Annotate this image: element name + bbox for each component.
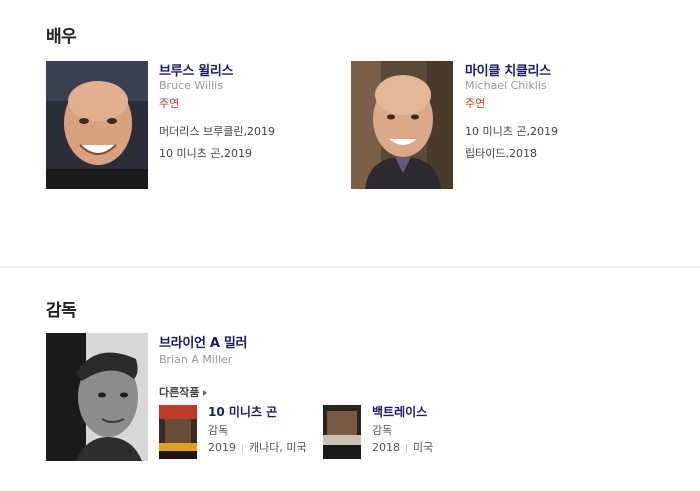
movie-role: 감독 (372, 424, 393, 437)
movie-poster[interactable] (159, 405, 197, 459)
actor-work[interactable]: 10 미니츠 곤,2019 (465, 123, 558, 139)
director-name-en: Brian A Miller (159, 353, 233, 366)
movie-meta: 2019 캐나다, 미국 (208, 441, 308, 454)
movie-country: 캐나다, 미국 (249, 441, 307, 454)
actor-work[interactable]: 10 미니츠 곤,2019 (159, 145, 252, 161)
director-name-ko[interactable]: 브라이언 A 밀러 (159, 332, 247, 351)
director-section-title: 감독 (46, 301, 77, 321)
movie-year: 2018 (372, 441, 400, 454)
actor-work[interactable]: 머더리스 브루클린,2019 (159, 123, 275, 139)
actor-work[interactable]: 립타이드,2018 (465, 145, 537, 161)
movie-poster[interactable] (323, 405, 361, 459)
actor-photo[interactable] (46, 61, 148, 189)
actors-section-title: 배우 (46, 27, 77, 47)
actor-name-ko[interactable]: 브루스 윌리스 (159, 60, 233, 79)
caret-right-icon (203, 390, 208, 396)
section-divider (0, 266, 700, 268)
movie-country: 미국 (413, 441, 434, 454)
actor-name-en: Michael Chiklis (465, 79, 547, 92)
actor-role: 주연 (465, 97, 486, 110)
other-works-label: 다른작품 (159, 386, 200, 399)
actor-name-ko[interactable]: 마이클 치클리스 (465, 60, 551, 79)
actor-role: 주연 (159, 97, 180, 110)
actor-name-en: Bruce Willis (159, 79, 223, 92)
movie-meta: 2018 미국 (372, 441, 472, 454)
director-photo[interactable] (46, 333, 148, 461)
movie-role: 감독 (208, 424, 229, 437)
actor-photo[interactable] (351, 61, 453, 189)
other-works-link[interactable]: 다른작품 (159, 384, 208, 400)
separator (406, 443, 407, 453)
movie-title[interactable]: 백트레이스 (372, 403, 427, 420)
movie-title[interactable]: 10 미니츠 곤 (208, 403, 277, 420)
separator (242, 443, 243, 453)
movie-year: 2019 (208, 441, 236, 454)
